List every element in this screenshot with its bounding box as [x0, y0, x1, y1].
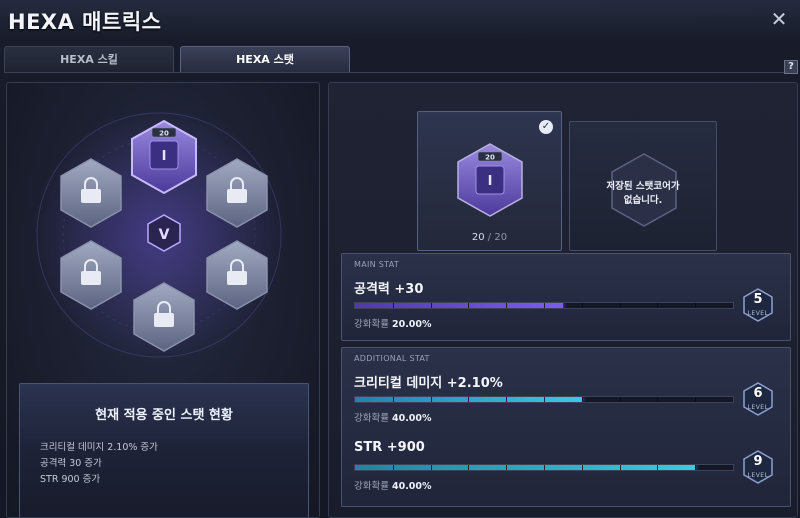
main-stat-row: 공격력 +30 강화확률 20.00% 5 LEVEL: [354, 278, 784, 338]
progress-segment-divider: [392, 465, 394, 470]
tab-hexa-skill[interactable]: HEXA 스킬: [4, 46, 174, 72]
window-title: HEXA 매트릭스: [8, 10, 162, 34]
core-level-badge: 20: [159, 130, 169, 138]
svg-text:I: I: [488, 174, 493, 189]
additional-stat-name: STR +900: [354, 440, 425, 455]
help-button[interactable]: ?: [784, 60, 798, 74]
progress-segment-divider: [430, 465, 432, 470]
core-card-level-badge: 20: [485, 154, 495, 162]
hexa-matrix-window: HEXA 매트릭스 ✕ HEXA 스킬 HEXA 스탯 ? I 20 V 현재 …: [0, 0, 800, 518]
level-label: LEVEL: [747, 472, 769, 479]
progress-segment-divider: [581, 465, 583, 470]
current-stat-status-box: 현재 적용 중인 스탯 현황 크리티컬 데미지 2.10% 증가 공격력 30 …: [19, 383, 309, 517]
progress-segment-divider: [468, 397, 470, 402]
additional-stat-progress-bar: [354, 396, 734, 403]
progress-segment-divider: [657, 303, 659, 308]
enhance-chance: 강화확률 20.00%: [354, 319, 432, 330]
progress-segment-divider: [581, 303, 583, 308]
progress-segment-divider: [619, 303, 621, 308]
level-number: 9: [753, 454, 763, 469]
title-bar: HEXA 매트릭스 ✕: [0, 0, 800, 40]
progress-fill: [355, 465, 696, 470]
progress-segment-divider: [468, 303, 470, 308]
main-stat-box: MAIN STAT 공격력 +30 강화확률 20.00% 5 LEVEL: [341, 253, 791, 341]
hexa-board-panel: I 20 V 현재 적용 중인 스탯 현황 크리티컬 데미지 2.10% 증가 …: [6, 82, 320, 518]
status-line: 크리티컬 데미지 2.10% 증가: [40, 442, 158, 453]
enhance-chance: 강화확률 40.00%: [354, 481, 432, 492]
progress-segment-divider: [695, 465, 697, 470]
progress-segment-divider: [392, 397, 394, 402]
additional-stat-row: STR +900 강화확률 40.00% 9 LEVEL: [354, 440, 784, 500]
progress-segment-divider: [657, 465, 659, 470]
progress-segment-divider: [468, 465, 470, 470]
status-list: 크리티컬 데미지 2.10% 증가 공격력 30 증가 STR 900 증가: [40, 440, 158, 488]
additional-stat-level-badge: 6 LEVEL: [742, 382, 774, 416]
progress-segment-divider: [657, 397, 659, 402]
tab-divider: [4, 72, 794, 73]
level-label: LEVEL: [747, 310, 769, 317]
additional-stat-progress-bar: [354, 464, 734, 471]
level-label: LEVEL: [747, 404, 769, 411]
main-stat-progress-bar: [354, 302, 734, 309]
stat-core-hex: I 20: [457, 143, 523, 217]
progress-segment-divider: [506, 465, 508, 470]
main-stat-name: 공격력 +30: [354, 282, 424, 297]
svg-text:V: V: [159, 227, 170, 243]
empty-core-message: 저장된 스탯코어가 없습니다.: [606, 181, 680, 206]
hexa-stat-panel: ✓ I 20 20 / 20 저장된 스탯코어가 없습니다. MAIN STAT…: [328, 82, 798, 518]
progress-segment-divider: [430, 303, 432, 308]
svg-text:I: I: [162, 149, 167, 164]
progress-segment-divider: [544, 465, 545, 470]
enhance-chance: 강화확률 40.00%: [354, 413, 432, 424]
additional-stat-box: ADDITIONAL STAT 크리티컬 데미지 +2.10% 강화확률 40.0…: [341, 347, 791, 507]
additional-stat-level-badge: 9 LEVEL: [742, 450, 774, 484]
status-line: 공격력 30 증가: [40, 458, 102, 469]
progress-fill: [355, 303, 563, 308]
level-number: 5: [753, 292, 763, 307]
status-title: 현재 적용 중인 스탯 현황: [95, 408, 233, 423]
progress-segment-divider: [392, 303, 394, 308]
progress-segment-divider: [695, 397, 697, 402]
progress-segment-divider: [506, 303, 508, 308]
additional-stat-label: ADDITIONAL STAT: [354, 354, 430, 363]
main-stat-label: MAIN STAT: [354, 260, 400, 269]
hexa-board: I 20 V: [31, 107, 287, 363]
close-button[interactable]: ✕: [768, 8, 790, 30]
progress-segment-divider: [430, 397, 432, 402]
progress-segment-divider: [544, 397, 545, 402]
core-count: 20 / 20: [471, 232, 508, 243]
status-line: STR 900 증가: [40, 474, 101, 485]
progress-segment-divider: [695, 303, 697, 308]
saved-core-card-empty[interactable]: 저장된 스탯코어가 없습니다.: [569, 121, 717, 251]
stat-core-card[interactable]: ✓ I 20 20 / 20: [417, 111, 562, 251]
progress-segment-divider: [506, 397, 508, 402]
progress-segment-divider: [619, 465, 621, 470]
main-stat-level-badge: 5 LEVEL: [742, 288, 774, 322]
progress-segment-divider: [544, 303, 545, 308]
progress-segment-divider: [619, 397, 621, 402]
additional-stat-row: 크리티컬 데미지 +2.10% 강화확률 40.00% 6 LEVEL: [354, 372, 784, 432]
tab-hexa-stat[interactable]: HEXA 스탯: [180, 46, 350, 72]
additional-stat-name: 크리티컬 데미지 +2.10%: [354, 376, 503, 391]
level-number: 6: [753, 386, 763, 401]
progress-segment-divider: [581, 397, 583, 402]
